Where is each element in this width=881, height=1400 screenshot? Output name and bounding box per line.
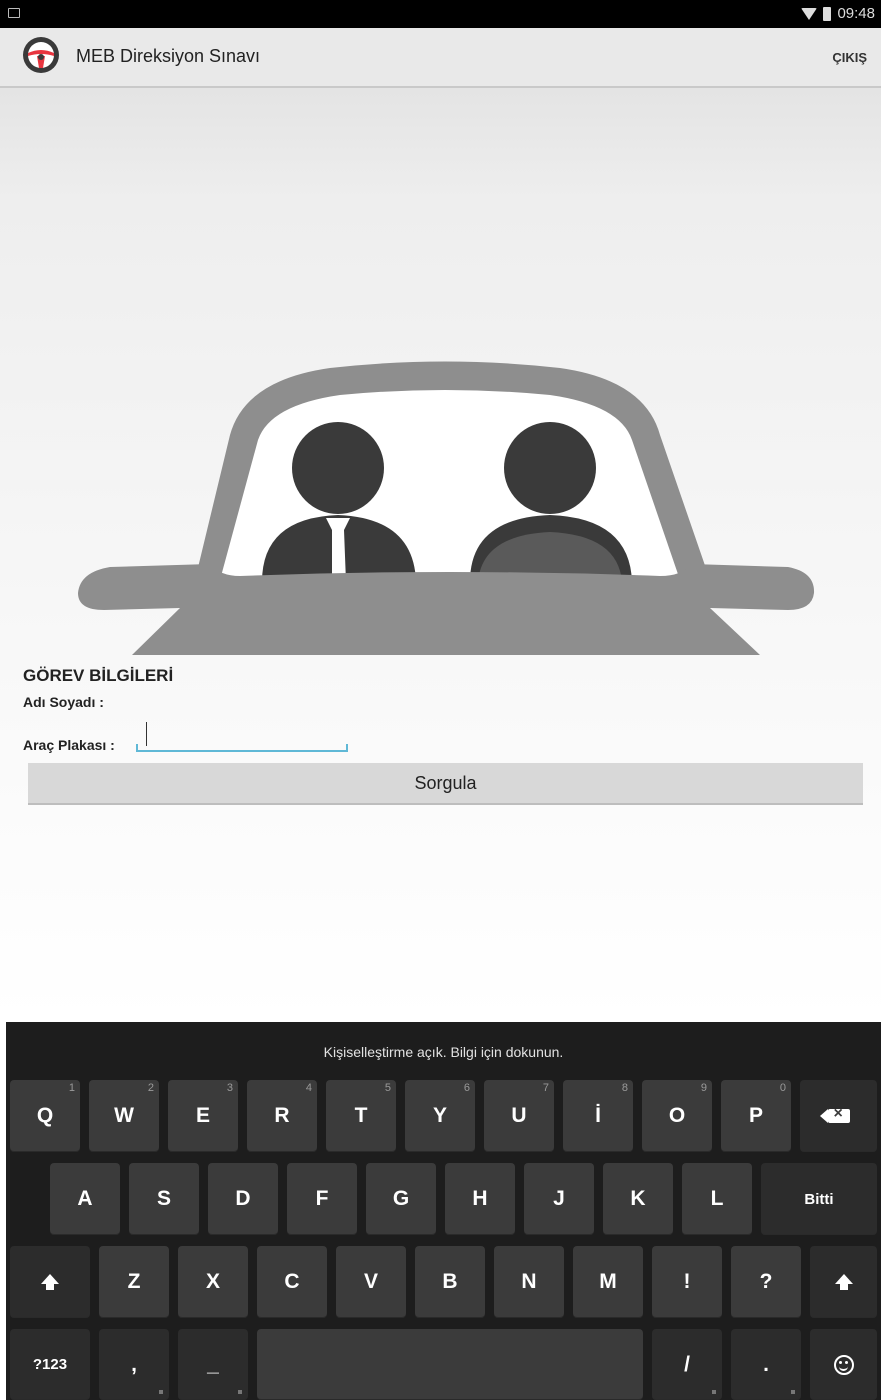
emoji-icon	[833, 1354, 854, 1375]
key-o[interactable]: O9	[642, 1080, 712, 1152]
shift-icon	[41, 1274, 59, 1290]
key-x[interactable]: X	[178, 1246, 248, 1318]
key-y[interactable]: Y6	[405, 1080, 475, 1152]
key-j[interactable]: J	[524, 1163, 594, 1235]
key-n[interactable]: N	[494, 1246, 564, 1318]
key-dotted-i[interactable]: İ8	[563, 1080, 633, 1152]
key-h[interactable]: H	[445, 1163, 515, 1235]
key-shift-left[interactable]	[10, 1246, 90, 1318]
query-button[interactable]: Sorgula	[28, 763, 863, 805]
key-f[interactable]: F	[287, 1163, 357, 1235]
section-title: GÖREV BİLGİLERİ	[23, 666, 174, 685]
app-bar: MEB Direksiyon Sınavı ÇIKIŞ	[0, 28, 881, 88]
shift-icon	[834, 1274, 853, 1290]
keyboard-personalization-hint[interactable]: Kişiselleştirme açık. Bilgi için dokunun…	[6, 1044, 881, 1060]
key-backspace[interactable]	[800, 1080, 877, 1152]
key-s[interactable]: S	[129, 1163, 199, 1235]
clock: 09:48	[837, 5, 875, 22]
key-v[interactable]: V	[336, 1246, 406, 1318]
key-slash[interactable]: /	[652, 1329, 722, 1400]
key-e[interactable]: E3	[168, 1080, 238, 1152]
key-a[interactable]: A	[50, 1163, 120, 1235]
key-shift-right[interactable]	[810, 1246, 877, 1318]
wifi-icon	[801, 7, 818, 20]
key-underscore[interactable]: _	[178, 1329, 248, 1400]
key-period[interactable]: .	[731, 1329, 801, 1400]
exit-button[interactable]: ÇIKIŞ	[832, 50, 867, 65]
input-underline-edge	[136, 744, 138, 752]
key-c[interactable]: C	[257, 1246, 327, 1318]
key-done[interactable]: Bitti	[761, 1163, 877, 1235]
key-comma[interactable]: ,	[99, 1329, 169, 1400]
car-with-driver-and-examiner-illustration	[78, 361, 815, 655]
key-q[interactable]: Q1	[10, 1080, 80, 1152]
key-w[interactable]: W2	[89, 1080, 159, 1152]
key-l[interactable]: L	[682, 1163, 752, 1235]
key-p[interactable]: P0	[721, 1080, 791, 1152]
status-icons: 09:48	[801, 5, 875, 22]
plate-input[interactable]	[136, 720, 348, 752]
name-label: Adı Soyadı :	[23, 694, 104, 710]
key-b[interactable]: B	[415, 1246, 485, 1318]
plate-label: Araç Plakası :	[23, 737, 115, 753]
app-title: MEB Direksiyon Sınavı	[76, 46, 261, 66]
key-g[interactable]: G	[366, 1163, 436, 1235]
notification-icon	[8, 8, 20, 18]
status-bar: 09:48	[0, 0, 881, 28]
input-underline-edge	[346, 744, 348, 752]
key-exclamation[interactable]: !	[652, 1246, 722, 1318]
soft-keyboard: Kişiselleştirme açık. Bilgi için dokunun…	[6, 1022, 881, 1400]
key-m[interactable]: M	[573, 1246, 643, 1318]
key-symbols[interactable]: ?123	[10, 1329, 90, 1400]
key-space[interactable]	[257, 1329, 643, 1400]
steering-wheel-icon	[23, 37, 59, 73]
key-t[interactable]: T5	[326, 1080, 396, 1152]
key-emoji[interactable]	[810, 1329, 877, 1400]
key-question[interactable]: ?	[731, 1246, 801, 1318]
key-r[interactable]: R4	[247, 1080, 317, 1152]
key-u[interactable]: U7	[484, 1080, 554, 1152]
backspace-icon	[819, 1105, 850, 1123]
text-cursor	[146, 722, 147, 746]
key-k[interactable]: K	[603, 1163, 673, 1235]
key-d[interactable]: D	[208, 1163, 278, 1235]
battery-icon	[823, 6, 832, 21]
key-z[interactable]: Z	[99, 1246, 169, 1318]
